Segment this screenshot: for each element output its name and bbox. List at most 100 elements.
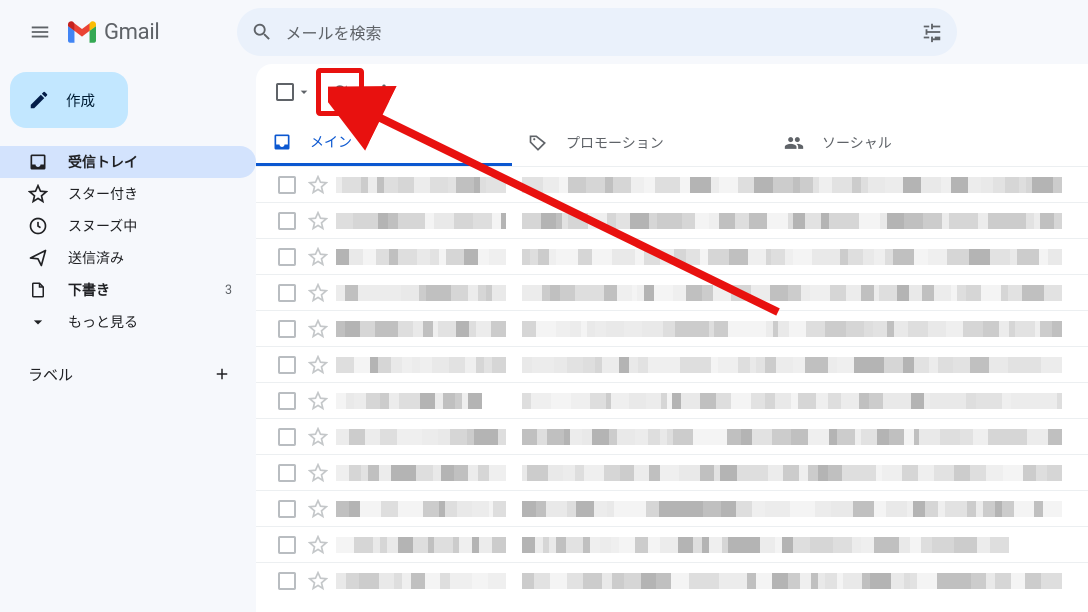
message-pane: メイン プロモーション ソーシャル <box>256 64 1088 612</box>
row-sender-blurred <box>336 249 516 265</box>
primary-tab-icon <box>272 132 292 152</box>
search-options-icon[interactable] <box>921 21 943 43</box>
row-checkbox[interactable] <box>278 176 296 194</box>
row-star-button[interactable] <box>308 175 328 195</box>
row-subject-blurred <box>522 249 1088 265</box>
sidebar-item-starred[interactable]: スター付き <box>0 178 256 210</box>
star-outline-icon <box>308 283 328 303</box>
gmail-logo-icon <box>68 21 96 43</box>
sidebar-item-label: 受信トレイ <box>68 152 232 172</box>
refresh-button[interactable] <box>320 72 360 112</box>
refresh-icon <box>330 82 350 102</box>
star-outline-icon <box>308 499 328 519</box>
row-checkbox[interactable] <box>278 212 296 230</box>
row-subject-blurred <box>522 213 1088 229</box>
row-checkbox[interactable] <box>278 320 296 338</box>
row-sender-blurred <box>336 321 516 337</box>
sidebar-item-inbox[interactable]: 受信トレイ <box>0 146 256 178</box>
checkbox-icon <box>276 83 294 101</box>
row-star-button[interactable] <box>308 283 328 303</box>
sidebar-item-snoozed[interactable]: スヌーズ中 <box>0 210 256 242</box>
row-checkbox[interactable] <box>278 500 296 518</box>
nav-folder-list: 受信トレイ スター付き スヌーズ中 送信済み 下書き 3 <box>0 146 256 338</box>
main-menu-button[interactable] <box>16 8 64 56</box>
search-bar[interactable]: メールを検索 <box>237 8 957 56</box>
row-sender-blurred <box>336 501 516 517</box>
tab-promotions-label: プロモーション <box>566 133 664 153</box>
add-label-button[interactable] <box>210 362 234 386</box>
search-icon <box>251 21 273 43</box>
mail-row[interactable] <box>256 238 1088 274</box>
row-star-button[interactable] <box>308 463 328 483</box>
row-checkbox[interactable] <box>278 536 296 554</box>
row-sender-blurred <box>336 393 516 409</box>
sidebar-item-label: スヌーズ中 <box>68 216 232 236</box>
row-checkbox[interactable] <box>278 464 296 482</box>
row-subject-blurred <box>522 321 1088 337</box>
sent-icon <box>28 248 48 268</box>
mail-row[interactable] <box>256 382 1088 418</box>
star-icon <box>28 184 48 204</box>
labels-header: ラベル <box>0 362 256 386</box>
row-checkbox[interactable] <box>278 392 296 410</box>
compose-button[interactable]: 作成 <box>10 72 128 128</box>
sidebar-item-more[interactable]: もっと見る <box>0 306 256 338</box>
tab-social[interactable]: ソーシャル <box>768 120 1024 166</box>
star-outline-icon <box>308 571 328 591</box>
row-sender-blurred <box>336 357 516 373</box>
category-tabs: メイン プロモーション ソーシャル <box>256 120 1088 166</box>
sidebar-item-sent[interactable]: 送信済み <box>0 242 256 274</box>
row-subject-blurred <box>522 285 1088 301</box>
row-subject-blurred <box>522 465 1088 481</box>
tab-primary[interactable]: メイン <box>256 120 512 166</box>
star-outline-icon <box>308 247 328 267</box>
row-star-button[interactable] <box>308 427 328 447</box>
mail-row[interactable] <box>256 454 1088 490</box>
row-sender-blurred <box>336 573 516 589</box>
sidebar-item-label: 送信済み <box>68 248 232 268</box>
chevron-down-icon <box>28 312 48 332</box>
row-star-button[interactable] <box>308 355 328 375</box>
mail-row[interactable] <box>256 202 1088 238</box>
row-star-button[interactable] <box>308 211 328 231</box>
sidebar-item-label: スター付き <box>68 184 232 204</box>
hamburger-icon <box>29 21 51 43</box>
mail-row[interactable] <box>256 526 1088 562</box>
row-star-button[interactable] <box>308 319 328 339</box>
row-checkbox[interactable] <box>278 356 296 374</box>
select-all-checkbox[interactable] <box>272 79 316 105</box>
more-actions-button[interactable] <box>364 72 404 112</box>
mail-row[interactable] <box>256 490 1088 526</box>
row-star-button[interactable] <box>308 535 328 555</box>
mail-row[interactable] <box>256 418 1088 454</box>
star-outline-icon <box>308 463 328 483</box>
sidebar-item-drafts[interactable]: 下書き 3 <box>0 274 256 306</box>
star-outline-icon <box>308 211 328 231</box>
mail-row[interactable] <box>256 166 1088 202</box>
row-star-button[interactable] <box>308 247 328 267</box>
row-subject-blurred <box>522 393 1088 409</box>
mail-row[interactable] <box>256 562 1088 598</box>
row-sender-blurred <box>336 285 516 301</box>
mail-row[interactable] <box>256 274 1088 310</box>
row-checkbox[interactable] <box>278 428 296 446</box>
gmail-logo[interactable]: Gmail <box>68 20 159 45</box>
mail-row[interactable] <box>256 346 1088 382</box>
tab-promotions[interactable]: プロモーション <box>512 120 768 166</box>
sidebar-item-label: 下書き <box>68 280 205 300</box>
row-subject-blurred <box>522 357 1088 373</box>
row-checkbox[interactable] <box>278 284 296 302</box>
row-star-button[interactable] <box>308 499 328 519</box>
row-checkbox[interactable] <box>278 572 296 590</box>
sidebar: 作成 受信トレイ スター付き スヌーズ中 送信済み <box>0 64 256 612</box>
mail-row[interactable] <box>256 310 1088 346</box>
clock-icon <box>28 216 48 236</box>
star-outline-icon <box>308 391 328 411</box>
star-outline-icon <box>308 427 328 447</box>
row-subject-blurred <box>522 573 1088 589</box>
tab-primary-label: メイン <box>310 132 352 152</box>
row-star-button[interactable] <box>308 391 328 411</box>
row-star-button[interactable] <box>308 571 328 591</box>
social-tab-icon <box>784 133 804 153</box>
row-checkbox[interactable] <box>278 248 296 266</box>
